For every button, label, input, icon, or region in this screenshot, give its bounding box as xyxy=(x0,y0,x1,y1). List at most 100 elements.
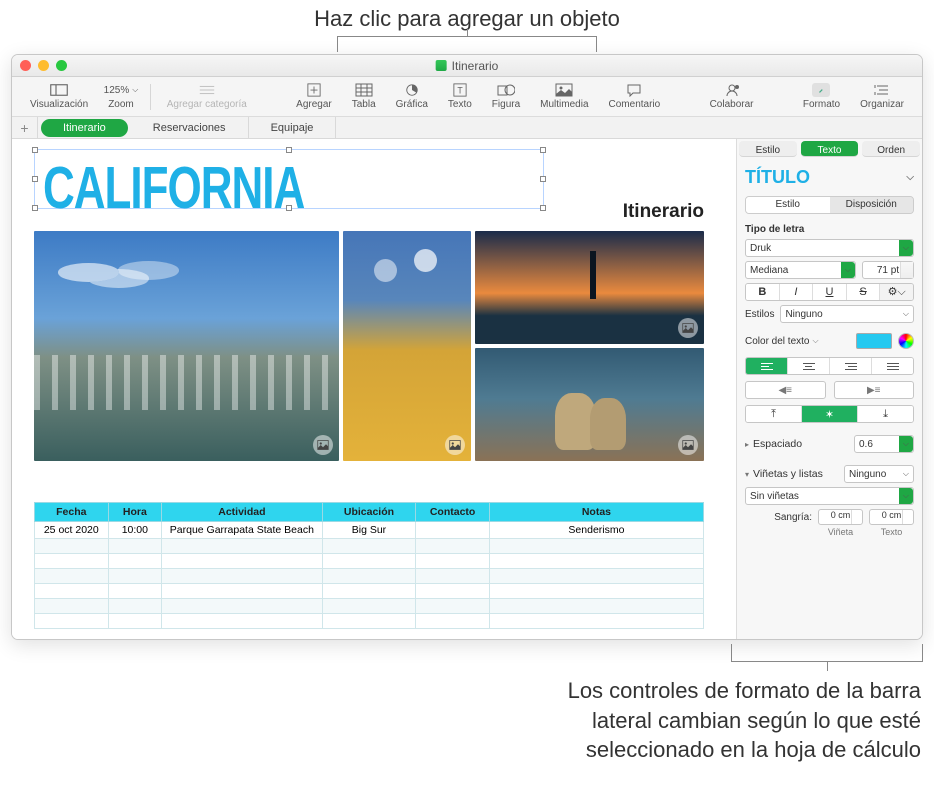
bullets-style-select[interactable]: Sin viñetas⌵ xyxy=(745,487,914,505)
align-right-button[interactable] xyxy=(830,358,872,374)
format-button[interactable]: Formato xyxy=(793,81,850,112)
sheet-tab-reservaciones[interactable]: Reservaciones xyxy=(131,117,249,138)
organize-icon xyxy=(873,83,891,97)
style-layout-segment[interactable]: Estilo Disposición xyxy=(745,196,914,214)
table-row[interactable] xyxy=(35,584,704,599)
tab-orden[interactable]: Orden xyxy=(862,141,920,157)
indent-bullet-sublabel: Viñeta xyxy=(818,527,863,537)
sheet-tab-equipaje[interactable]: Equipaje xyxy=(249,117,337,138)
color-wheel-icon[interactable] xyxy=(898,333,914,349)
font-size-stepper[interactable]: 71 pt▲▼ xyxy=(862,261,914,279)
col-fecha[interactable]: Fecha xyxy=(35,503,109,522)
align-justify-button[interactable] xyxy=(872,358,913,374)
image-icon[interactable] xyxy=(445,435,465,455)
tab-texto[interactable]: Texto xyxy=(801,141,859,157)
strike-button[interactable]: S xyxy=(847,284,881,300)
titlebar: Itinerario xyxy=(12,55,922,77)
minimize-icon[interactable] xyxy=(38,60,49,71)
photo-seals[interactable] xyxy=(475,348,704,461)
comment-icon xyxy=(625,83,643,97)
font-weight-select[interactable]: Mediana⌵ xyxy=(745,261,856,279)
shape-button[interactable]: Figura xyxy=(482,81,530,112)
zoom-button[interactable]: 125%⌵ Zoom xyxy=(98,81,144,112)
table-row[interactable] xyxy=(35,569,704,584)
title-text-box[interactable]: CALIFORNIA xyxy=(34,149,544,209)
underline-button[interactable]: U xyxy=(813,284,847,300)
col-notas[interactable]: Notas xyxy=(489,503,703,522)
canvas[interactable]: CALIFORNIA Itinerario Fecha Hora Activid… xyxy=(12,139,736,639)
annotation-bracket xyxy=(731,644,923,662)
table-row[interactable] xyxy=(35,554,704,569)
subtitle[interactable]: Itinerario xyxy=(623,201,704,223)
indent-text-stepper[interactable]: 0 cm xyxy=(869,509,914,525)
organize-button[interactable]: Organizar xyxy=(850,81,914,112)
photo-flowers[interactable] xyxy=(343,231,471,461)
align-left-button[interactable] xyxy=(746,358,788,374)
table-row[interactable] xyxy=(35,614,704,629)
italic-button[interactable]: I xyxy=(780,284,814,300)
page-title[interactable]: CALIFORNIA xyxy=(35,150,543,228)
text-button[interactable]: T Texto xyxy=(438,81,482,112)
outdent-button[interactable]: ◀≡ xyxy=(745,381,826,399)
add-sheet-button[interactable]: + xyxy=(12,117,38,138)
sheet-tab-itinerario[interactable]: Itinerario xyxy=(41,119,128,137)
valign-middle-button[interactable]: ✶ xyxy=(802,406,858,422)
h-align-buttons xyxy=(745,357,914,375)
image-icon[interactable] xyxy=(678,318,698,338)
v-align-buttons: ⤒ ✶ ⤓ xyxy=(745,405,914,423)
paragraph-style-select[interactable]: TÍTULO ⌵ xyxy=(745,165,914,196)
image-icon[interactable] xyxy=(313,435,333,455)
data-table[interactable]: Fecha Hora Actividad Ubicación Contacto … xyxy=(34,502,704,629)
text-icon: T xyxy=(451,83,469,97)
spacing-select[interactable]: 0.6⌵ xyxy=(854,435,914,453)
close-icon[interactable] xyxy=(20,60,31,71)
tab-estilo[interactable]: Estilo xyxy=(739,141,797,157)
spacing-section[interactable]: ▸ Espaciado 0.6⌵ xyxy=(745,435,914,453)
shape-icon xyxy=(497,83,515,97)
indent-button[interactable]: ▶≡ xyxy=(834,381,915,399)
bullets-preset-select[interactable]: Ninguno⌵ xyxy=(844,465,914,483)
category-icon xyxy=(198,83,216,97)
gear-icon[interactable]: ⚙︎⌵ xyxy=(880,284,913,300)
collaborate-icon xyxy=(723,83,741,97)
valign-top-button[interactable]: ⤒ xyxy=(746,406,802,422)
view-icon xyxy=(50,83,68,97)
photo-lighthouse[interactable] xyxy=(475,231,704,344)
comment-button[interactable]: Comentario xyxy=(599,81,671,112)
align-center-button[interactable] xyxy=(788,358,830,374)
fullscreen-icon[interactable] xyxy=(56,60,67,71)
segment-disposicion[interactable]: Disposición xyxy=(830,197,914,213)
table-row[interactable]: 25 oct 2020 10:00 Parque Garrapata State… xyxy=(35,522,704,539)
bold-button[interactable]: B xyxy=(746,284,780,300)
collaborate-button[interactable]: Colaborar xyxy=(700,81,764,112)
bullets-section[interactable]: ▾ Viñetas y listas Ninguno⌵ xyxy=(745,465,914,483)
col-actividad[interactable]: Actividad xyxy=(162,503,323,522)
table-row[interactable] xyxy=(35,539,704,554)
brush-icon xyxy=(812,83,830,97)
toolbar: Visualización 125%⌵ Zoom Agregar categor… xyxy=(12,77,922,117)
media-button[interactable]: Multimedia xyxy=(530,81,598,112)
col-contacto[interactable]: Contacto xyxy=(416,503,490,522)
chart-button[interactable]: Gráfica xyxy=(386,81,438,112)
table-row[interactable] xyxy=(35,599,704,614)
valign-bottom-button[interactable]: ⤓ xyxy=(858,406,913,422)
photo-coast[interactable] xyxy=(34,231,339,461)
color-swatch[interactable] xyxy=(856,333,892,349)
indent-label: Sangría: xyxy=(774,512,812,523)
sheets-bar: + Itinerario Reservaciones Equipaje xyxy=(12,117,922,139)
col-ubicacion[interactable]: Ubicación xyxy=(322,503,416,522)
col-hora[interactable]: Hora xyxy=(108,503,162,522)
font-family-select[interactable]: Druk⌵ xyxy=(745,239,914,257)
plus-icon xyxy=(305,83,323,97)
app-window: Itinerario Visualización 125%⌵ Zoom Agre… xyxy=(11,54,923,640)
media-icon xyxy=(555,83,573,97)
text-color-label[interactable]: Color del texto⌵ xyxy=(745,336,850,347)
insert-button[interactable]: Agregar xyxy=(286,81,342,112)
view-button[interactable]: Visualización xyxy=(20,81,98,112)
font-label: Tipo de letra xyxy=(745,224,914,235)
char-styles-select[interactable]: Ninguno⌵ xyxy=(780,305,914,323)
image-icon[interactable] xyxy=(678,435,698,455)
indent-bullet-stepper[interactable]: 0 cm xyxy=(818,509,863,525)
table-button[interactable]: Tabla xyxy=(342,81,386,112)
segment-estilo[interactable]: Estilo xyxy=(746,197,830,213)
